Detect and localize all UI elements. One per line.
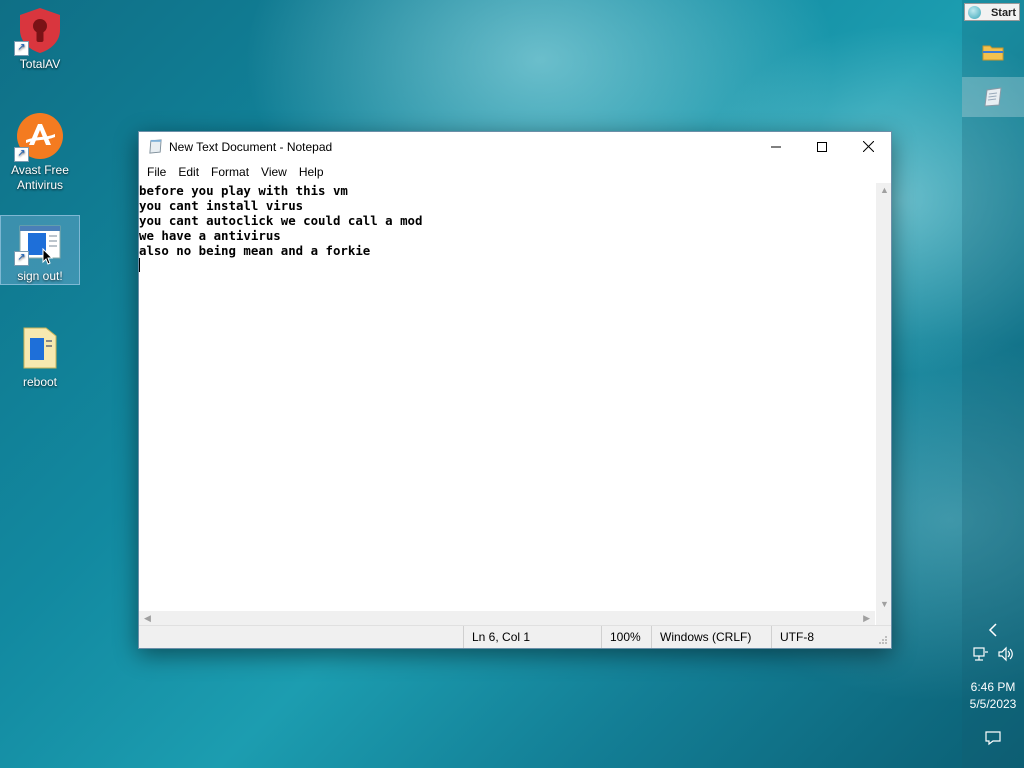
resize-grip-icon[interactable] [878,635,888,645]
notepad-icon [149,139,162,154]
start-orb-icon [968,6,981,19]
desktop-icon-label: TotalAV [19,57,61,71]
shortcut-arrow-icon: ↗ [14,41,29,56]
batch-file-icon [16,324,64,372]
menu-help[interactable]: Help [293,161,330,183]
status-encoding: UTF-8 [771,626,875,648]
minimize-button[interactable] [753,132,799,161]
desktop-icon-label: reboot [22,375,58,389]
desktop-icon-totalav[interactable]: ↗ TotalAV [1,6,79,72]
notepad-icon [984,87,1002,107]
scroll-right-icon[interactable]: ▶ [863,613,870,624]
folder-icon [982,45,1004,61]
status-zoom: 100% [601,626,651,648]
chevron-left-icon [988,623,997,637]
minimize-icon [771,146,781,147]
menu-bar: File Edit Format View Help [139,161,891,183]
desktop-icon-label: Avast Free Antivirus [11,163,69,192]
taskbar-notepad[interactable] [962,77,1024,117]
maximize-icon [817,141,827,152]
scroll-up-icon[interactable]: ▲ [880,185,889,195]
clock-time[interactable]: 6:46 PM [962,679,1024,695]
text-editor[interactable]: before you play with this vm you cant in… [139,183,875,611]
desktop-icon-reboot[interactable]: reboot [1,324,79,390]
status-line-ending: Windows (CRLF) [651,626,771,648]
taskbar-file-explorer[interactable] [962,32,1024,72]
close-icon [862,141,874,152]
editor-line: you cant install virus [139,198,304,213]
editor-line: you cant autoclick we could call a mod [139,213,423,228]
close-button[interactable] [845,132,891,161]
taskbar: Start 6:46 PM 5/5/2023 [962,0,1024,768]
notification-icon [985,731,1001,746]
mouse-cursor-icon [42,248,54,265]
scroll-down-icon[interactable]: ▼ [880,599,889,609]
text-caret [139,258,140,272]
scroll-left-icon[interactable]: ◀ [144,613,151,624]
menu-format[interactable]: Format [205,161,255,183]
action-center-button[interactable] [962,718,1024,758]
horizontal-scrollbar[interactable]: ◀ ▶ [139,611,875,626]
network-icon[interactable] [973,646,989,662]
shortcut-arrow-icon: ↗ [14,251,29,266]
clock-date[interactable]: 5/5/2023 [962,696,1024,712]
editor-line: also no being mean and a forkie [139,243,371,258]
vertical-scrollbar[interactable]: ▲ ▼ [876,183,891,611]
maximize-button[interactable] [799,132,845,161]
notepad-window: New Text Document - Notepad File Edit Fo… [138,131,892,649]
start-label: Start [990,7,1016,19]
desktop-icon-sign-out[interactable]: ↗ sign out! [0,215,80,285]
editor-line: before you play with this vm [139,183,348,198]
menu-view[interactable]: View [255,161,293,183]
batch-file-icon: ↗ [14,222,64,270]
desktop-icon-avast[interactable]: ↗ Avast Free Antivirus [1,112,79,193]
menu-file[interactable]: File [141,161,172,183]
volume-icon[interactable] [997,646,1013,662]
window-title: New Text Document - Notepad [169,139,333,154]
desktop-icon-label: sign out! [17,269,63,283]
system-tray [962,636,1024,672]
menu-edit[interactable]: Edit [172,161,205,183]
start-button[interactable]: Start [964,3,1020,21]
scrollbar-corner [876,611,891,626]
shortcut-arrow-icon: ↗ [14,147,29,162]
totalav-icon: ↗ [14,6,64,56]
status-bar: Ln 6, Col 1 100% Windows (CRLF) UTF-8 [139,625,891,648]
status-position: Ln 6, Col 1 [463,626,601,648]
editor-line: we have a antivirus [139,228,281,243]
title-bar[interactable]: New Text Document - Notepad [139,132,891,161]
avast-icon: ↗ [14,112,64,162]
